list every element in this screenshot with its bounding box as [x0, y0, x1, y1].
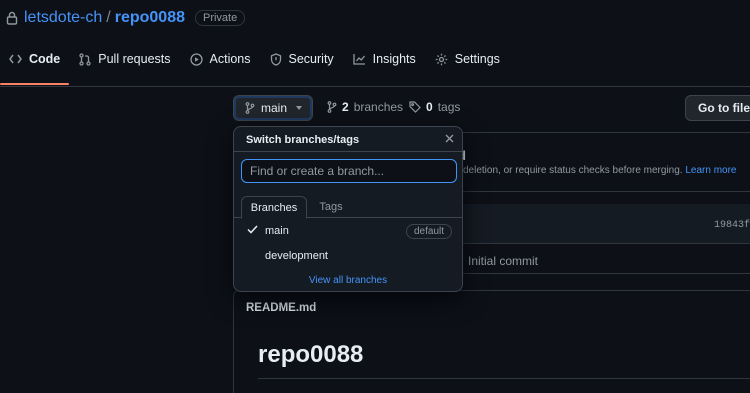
readme-heading: repo0088 — [258, 341, 364, 368]
tab-label: Actions — [209, 52, 251, 66]
shield-icon — [270, 52, 281, 66]
repo-owner-link[interactable]: letsdote-ch — [24, 9, 102, 27]
branches-count: 2 — [342, 100, 349, 114]
tags-link[interactable]: 0 tags — [409, 100, 460, 114]
commit-hash-link[interactable]: 19843f5 — [714, 220, 750, 231]
graph-icon — [353, 54, 365, 65]
tab-actions[interactable]: Actions — [189, 44, 251, 74]
gear-icon — [435, 53, 447, 65]
default-badge: default — [406, 224, 453, 239]
repo-name-link[interactable]: repo0088 — [115, 9, 185, 27]
dropdown-title: Switch branches/tags — [246, 134, 360, 146]
play-icon — [189, 52, 203, 66]
header-divider — [0, 86, 750, 87]
branch-selector-button[interactable]: main — [233, 95, 313, 121]
tag-icon — [409, 101, 421, 113]
tab-code[interactable]: Code — [0, 44, 70, 85]
current-branch-label: main — [261, 101, 288, 115]
branch-search-input[interactable] — [241, 159, 457, 183]
lock-icon — [6, 11, 18, 25]
pull-request-icon — [79, 52, 91, 66]
tags-count: 0 — [426, 100, 433, 114]
visibility-badge: Private — [194, 10, 246, 26]
tags-label: tags — [437, 100, 461, 114]
branch-name: main — [265, 225, 289, 237]
commit-message-link[interactable]: Initial commit — [468, 254, 538, 268]
tab-label: Pull requests — [98, 52, 171, 66]
branch-name: development — [265, 250, 328, 262]
tab-branches[interactable]: Branches — [241, 196, 307, 219]
readme-divider — [258, 378, 750, 379]
tab-pull-requests[interactable]: Pull requests — [79, 44, 171, 74]
branches-link[interactable]: 2 branches — [327, 100, 403, 114]
chevron-down-icon — [296, 106, 303, 110]
branches-label: branches — [353, 100, 404, 114]
repo-nav-tabs: Code Pull requests Actions Security Insi… — [0, 44, 750, 85]
dropdown-divider — [234, 151, 462, 152]
learn-more-link[interactable]: Learn more — [685, 165, 736, 176]
branch-item-development[interactable]: development — [234, 244, 462, 268]
tab-label: Settings — [454, 52, 500, 66]
dropdown-tabs: Branches Tags — [234, 196, 462, 219]
tab-security[interactable]: Security — [270, 44, 334, 74]
code-icon — [9, 54, 22, 64]
branch-switcher-dropdown: Switch branches/tags Branches Tags main … — [233, 126, 463, 292]
protection-text: deletion, or require status checks befor… — [463, 165, 736, 176]
git-branch-icon — [327, 101, 337, 113]
tab-label: Code — [29, 52, 61, 66]
repo-header: letsdote-ch / repo0088 Private — [6, 8, 246, 28]
close-icon[interactable] — [445, 134, 454, 143]
go-to-file-button[interactable]: Go to file — [685, 95, 750, 121]
repo-separator: / — [106, 9, 111, 26]
tab-insights[interactable]: Insights — [353, 44, 416, 74]
check-icon — [247, 225, 258, 234]
tab-label: Security — [288, 52, 334, 66]
git-branch-icon — [245, 102, 255, 114]
readme-filename[interactable]: README.md — [246, 302, 316, 314]
view-all-branches-link[interactable]: View all branches — [234, 275, 462, 286]
tab-settings[interactable]: Settings — [435, 44, 500, 74]
tab-label: Insights — [372, 52, 416, 66]
tab-tags[interactable]: Tags — [308, 196, 354, 218]
protection-message: deletion, or require status checks befor… — [463, 165, 683, 176]
branch-item-main[interactable]: main default — [234, 219, 462, 243]
